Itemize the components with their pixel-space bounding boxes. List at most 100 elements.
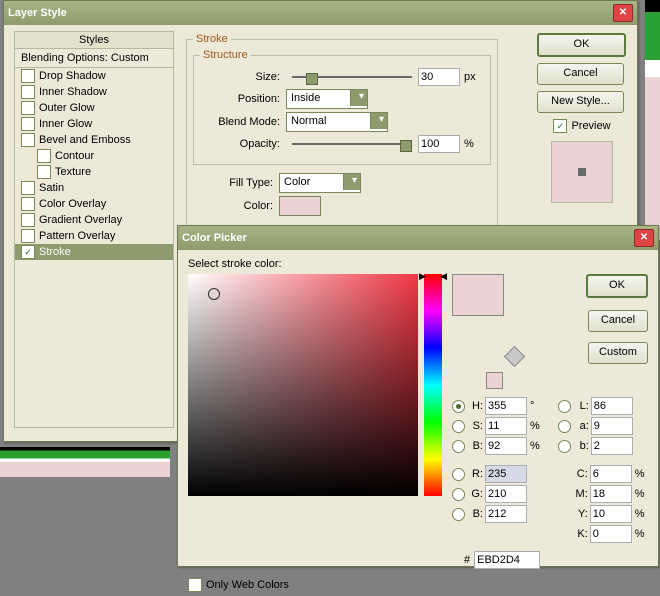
filltype-select[interactable]: Color	[279, 173, 361, 193]
cp-cancel-button[interactable]: Cancel	[588, 310, 648, 332]
blending-options[interactable]: Blending Options: Custom	[15, 49, 173, 68]
new-style-button[interactable]: New Style...	[537, 91, 624, 113]
style-item-inner-shadow[interactable]: Inner Shadow	[15, 84, 173, 100]
style-item-bevel-and-emboss[interactable]: Bevel and Emboss	[15, 132, 173, 148]
bv-input[interactable]	[485, 437, 527, 455]
color-picker-title: Color Picker	[182, 232, 247, 244]
color-picker-titlebar[interactable]: Color Picker ✕	[178, 226, 658, 250]
hue-slider[interactable]	[424, 274, 442, 496]
color-label: Color:	[193, 200, 273, 212]
style-checkbox[interactable]	[21, 229, 35, 243]
bg-bottom-strip	[0, 447, 170, 477]
preview-thumb	[551, 141, 613, 203]
hex-label: #	[464, 554, 470, 566]
only-web-label: Only Web Colors	[206, 579, 289, 591]
r-input[interactable]	[485, 465, 527, 483]
radio-h[interactable]	[452, 400, 465, 413]
layer-style-buttons: OK Cancel New Style... ✓ Preview	[537, 33, 627, 203]
style-item-color-overlay[interactable]: Color Overlay	[15, 196, 173, 212]
h-input[interactable]	[485, 397, 527, 415]
blend-select[interactable]: Normal	[286, 112, 388, 132]
size-slider[interactable]	[292, 70, 412, 84]
l-input[interactable]	[591, 397, 633, 415]
style-checkbox[interactable]	[21, 133, 35, 147]
blend-label: Blend Mode:	[200, 116, 280, 128]
style-item-stroke[interactable]: ✓Stroke	[15, 244, 173, 260]
radio-b2[interactable]	[558, 440, 571, 453]
close-icon[interactable]: ✕	[613, 4, 633, 22]
y-input[interactable]	[590, 505, 632, 523]
prev-color-swatch[interactable]	[486, 372, 503, 389]
radio-r[interactable]	[452, 468, 465, 481]
prompt: Select stroke color:	[178, 250, 658, 274]
radio-a[interactable]	[558, 420, 571, 433]
styles-header: Styles	[15, 32, 173, 49]
sv-field[interactable]	[188, 274, 418, 496]
style-item-satin[interactable]: Satin	[15, 180, 173, 196]
style-item-outer-glow[interactable]: Outer Glow	[15, 100, 173, 116]
cp-custom-button[interactable]: Custom	[588, 342, 648, 364]
hex-input[interactable]	[474, 551, 540, 569]
styles-panel: Styles Blending Options: Custom Drop Sha…	[14, 31, 174, 428]
style-item-pattern-overlay[interactable]: Pattern Overlay	[15, 228, 173, 244]
only-web-checkbox[interactable]	[188, 578, 202, 592]
style-item-drop-shadow[interactable]: Drop Shadow	[15, 68, 173, 84]
hue-arrow-left: ▶	[419, 271, 426, 282]
style-checkbox[interactable]	[21, 181, 35, 195]
opacity-label: Opacity:	[200, 138, 280, 150]
a-input[interactable]	[591, 417, 633, 435]
style-item-texture[interactable]: Texture	[15, 164, 173, 180]
stroke-legend: Stroke	[193, 33, 231, 45]
color-preview	[452, 274, 504, 316]
style-item-gradient-overlay[interactable]: Gradient Overlay	[15, 212, 173, 228]
radio-l[interactable]	[558, 400, 571, 413]
bg-strip	[645, 0, 660, 240]
style-checkbox[interactable]	[21, 197, 35, 211]
style-checkbox[interactable]	[21, 117, 35, 131]
position-select[interactable]: Inside	[286, 89, 368, 109]
value-grid: H:° S:% B:% R: G: B: L: a: b: C:% M:% Y:…	[452, 395, 648, 545]
style-item-inner-glow[interactable]: Inner Glow	[15, 116, 173, 132]
style-checkbox[interactable]	[21, 213, 35, 227]
stroke-color-swatch[interactable]	[279, 196, 321, 216]
style-checkbox[interactable]	[21, 85, 35, 99]
layer-style-titlebar[interactable]: Layer Style ✕	[4, 1, 637, 25]
close-icon[interactable]: ✕	[634, 229, 654, 247]
radio-b[interactable]	[452, 508, 465, 521]
stroke-fieldset: Stroke Structure Size:px Position:Inside…	[186, 33, 498, 228]
picker-body: ▶◀ OK Cancel Custom H:° S:% B:%	[178, 274, 658, 571]
structure-legend: Structure	[200, 49, 251, 61]
style-checkbox[interactable]: ✓	[21, 245, 35, 259]
size-input[interactable]	[418, 68, 460, 86]
filltype-label: Fill Type:	[193, 177, 273, 189]
b2-input[interactable]	[591, 437, 633, 455]
cancel-button[interactable]: Cancel	[537, 63, 624, 85]
picker-controls: OK Cancel Custom H:° S:% B:% R: G: B:	[452, 274, 648, 571]
m-input[interactable]	[590, 485, 632, 503]
g-input[interactable]	[485, 485, 527, 503]
c-input[interactable]	[590, 465, 632, 483]
radio-g[interactable]	[452, 488, 465, 501]
sv-cursor	[208, 288, 220, 300]
style-checkbox[interactable]	[37, 165, 51, 179]
preview-label: Preview	[571, 120, 610, 132]
opacity-input[interactable]	[418, 135, 460, 153]
k-input[interactable]	[590, 525, 632, 543]
style-checkbox[interactable]	[21, 101, 35, 115]
hue-arrow-right: ◀	[440, 271, 447, 282]
style-item-contour[interactable]: Contour	[15, 148, 173, 164]
radio-bv[interactable]	[452, 440, 465, 453]
s-input[interactable]	[485, 417, 527, 435]
preview-checkbox[interactable]: ✓	[553, 119, 567, 133]
opacity-slider[interactable]	[292, 137, 412, 151]
cp-ok-button[interactable]: OK	[586, 274, 648, 298]
position-label: Position:	[200, 93, 280, 105]
style-checkbox[interactable]	[21, 69, 35, 83]
radio-s[interactable]	[452, 420, 465, 433]
size-label: Size:	[200, 71, 280, 83]
style-checkbox[interactable]	[37, 149, 51, 163]
structure-fieldset: Structure Size:px Position:Inside Blend …	[193, 49, 491, 165]
cube-icon[interactable]	[504, 345, 525, 366]
b-input[interactable]	[485, 505, 527, 523]
ok-button[interactable]: OK	[537, 33, 626, 57]
